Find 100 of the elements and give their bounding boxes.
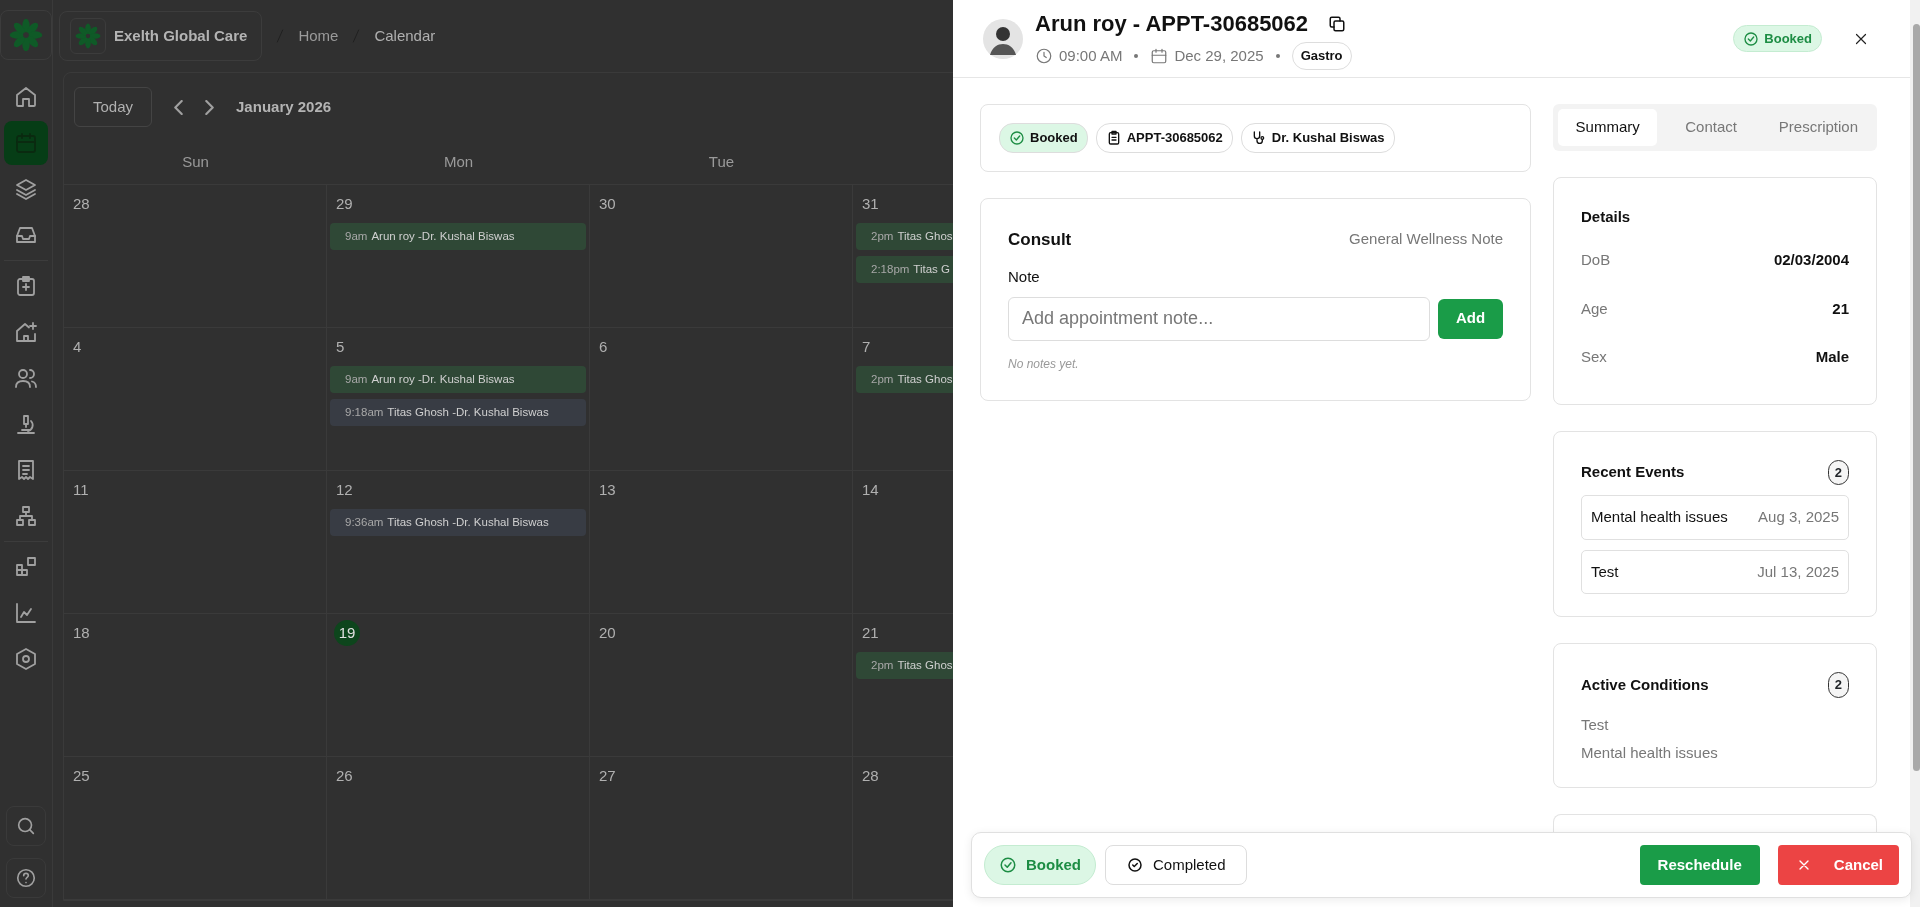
field-label: Note <box>1008 267 1041 287</box>
calendar-event[interactable]: 2pm Titas Ghos <box>856 223 953 250</box>
event-title: Arun roy -Dr. Kushal Biswas <box>371 371 515 387</box>
calendar-event[interactable]: 2pm Titas Ghos <box>856 366 953 393</box>
condition-item: Mental health issues <box>1581 743 1719 763</box>
event-item[interactable]: Mental health issues Aug 3, 2025 <box>1581 495 1849 540</box>
weekday-label: Tue <box>707 152 736 173</box>
event-title: Titas Ghos <box>897 371 953 387</box>
search-button[interactable] <box>6 806 46 846</box>
event-item[interactable]: Test Jul 13, 2025 <box>1581 549 1849 594</box>
blocks-icon <box>14 555 38 579</box>
event-time: 9am <box>345 228 368 244</box>
add-button[interactable]: Add <box>1438 298 1503 339</box>
calendar-event[interactable]: 2:18pm Titas G <box>856 256 953 283</box>
field-value: 21 <box>1832 298 1849 319</box>
day-number: 5 <box>335 337 345 357</box>
day-number: 6 <box>598 337 608 357</box>
day-number: 4 <box>72 337 82 357</box>
calendar-event[interactable]: 9:36am Titas Ghosh -Dr. Kushal Biswas <box>330 509 586 536</box>
event-title: Titas Ghos <box>897 228 953 244</box>
logo-icon <box>75 23 101 49</box>
calendar-icon <box>1150 47 1169 65</box>
event-title: Titas Ghosh -Dr. Kushal Biswas <box>387 514 549 530</box>
help-icon <box>15 867 37 889</box>
clipboard-icon <box>14 274 38 298</box>
section-title: Active Conditions <box>1581 674 1709 695</box>
sitemap-icon <box>14 504 38 528</box>
today-button[interactable]: Today <box>74 86 153 128</box>
event-date: Aug 3, 2025 <box>1758 507 1839 527</box>
brand-button[interactable]: Exelth Global Care <box>59 11 263 61</box>
event-title: Arun roy -Dr. Kushal Biswas <box>371 228 515 244</box>
avatar <box>983 18 1023 59</box>
day-number: 11 <box>72 480 89 500</box>
chart-icon <box>14 601 38 625</box>
count-badge: 2 <box>1827 459 1849 485</box>
field-label: Sex <box>1581 347 1607 367</box>
event-title: Titas Ghosh -Dr. Kushal Biswas <box>387 404 549 420</box>
note-type: General Wellness Note <box>1349 229 1503 249</box>
chevron-left-icon <box>174 99 184 115</box>
event-title: Titas G <box>913 261 950 277</box>
reschedule-button[interactable]: Reschedule <box>1639 845 1760 885</box>
search-icon <box>15 815 37 837</box>
tab[interactable]: Summary <box>1558 109 1658 146</box>
field-label: Age <box>1581 298 1608 319</box>
microscope-icon <box>14 412 38 436</box>
settings-icon <box>14 647 38 671</box>
layers-icon <box>14 177 38 201</box>
check-circle-icon <box>1743 30 1760 47</box>
day-number: 26 <box>335 766 353 786</box>
section-title: Recent Events <box>1581 462 1685 482</box>
event-time: 9:36am <box>345 514 384 530</box>
calendar-event[interactable]: 9:18am Titas Ghosh -Dr. Kushal Biswas <box>330 399 586 426</box>
status-badge: Booked <box>1733 24 1822 53</box>
appointment-date: Dec 29, 2025 <box>1174 45 1264 66</box>
status-button[interactable]: Completed <box>1105 845 1247 885</box>
count-badge: 2 <box>1827 672 1849 698</box>
weekday-label: Sun <box>181 152 210 173</box>
breadcrumb-link[interactable]: Calendar <box>374 24 436 48</box>
day-number: 31 <box>861 194 879 214</box>
logo-icon <box>9 18 43 52</box>
day-number: 12 <box>335 480 353 500</box>
event-date: Jul 13, 2025 <box>1757 561 1839 582</box>
event-name: Mental health issues <box>1591 507 1728 527</box>
tab[interactable]: Contact <box>1661 109 1761 146</box>
event-title: Titas Ghos <box>897 657 953 673</box>
appointment-title: Arun roy - APPT-30685062 <box>1035 10 1309 39</box>
scrollbar-thumb[interactable] <box>1912 24 1920 771</box>
info-chip: Dr. Kushal Biswas <box>1240 123 1395 153</box>
day-number: 13 <box>598 480 616 500</box>
event-name: Test <box>1591 561 1619 582</box>
house-plus-icon <box>14 320 38 344</box>
event-time: 9am <box>345 371 368 387</box>
help-button[interactable] <box>6 858 46 898</box>
status-badge: Booked <box>999 123 1088 153</box>
empty-message: No notes yet. <box>1008 355 1080 373</box>
status-button[interactable]: Booked <box>984 845 1096 885</box>
day-number: 29 <box>335 194 353 214</box>
clock-icon <box>1035 47 1053 65</box>
day-number: 18 <box>72 623 90 643</box>
cancel-button[interactable]: Cancel <box>1777 845 1899 885</box>
field-label: DoB <box>1581 250 1611 270</box>
event-time: 2pm <box>871 371 894 387</box>
copy-icon <box>1328 14 1347 33</box>
chevron-right-icon <box>205 99 215 115</box>
breadcrumb-link[interactable]: Home <box>298 24 339 48</box>
month-title: January 2026 <box>236 96 332 117</box>
info-chip: APPT-30685062 <box>1095 123 1233 153</box>
calendar-event[interactable]: 2pm Titas Ghos <box>856 652 953 679</box>
field-value: Male <box>1815 347 1849 367</box>
today-marker: 19 <box>334 620 360 646</box>
event-time: 2pm <box>871 228 894 244</box>
tab[interactable]: Prescription <box>1764 109 1872 146</box>
users-icon <box>14 366 38 390</box>
note-input[interactable]: Add appointment note... <box>1008 296 1430 341</box>
day-number: 28 <box>72 194 90 214</box>
brand-name: Exelth Global Care <box>114 25 248 46</box>
day-number: 21 <box>861 623 879 643</box>
calendar-event[interactable]: 9am Arun roy -Dr. Kushal Biswas <box>330 223 586 250</box>
calendar-event[interactable]: 9am Arun roy -Dr. Kushal Biswas <box>330 366 586 393</box>
check-circle-icon <box>999 856 1017 874</box>
